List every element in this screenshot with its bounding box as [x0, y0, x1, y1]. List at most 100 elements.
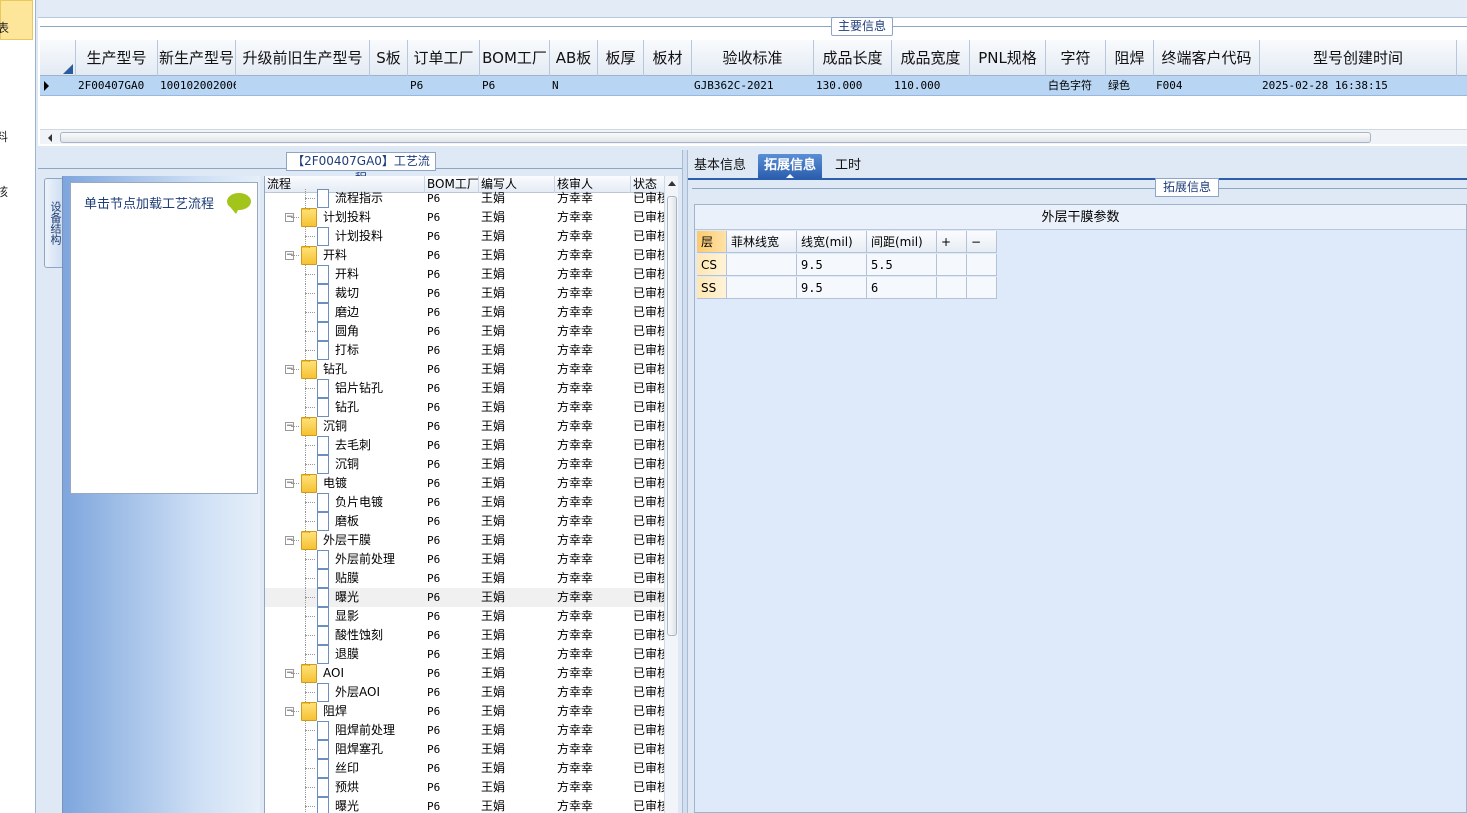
- tree-node[interactable]: 打标: [317, 341, 423, 360]
- column-header[interactable]: 型号创建时间: [1260, 40, 1457, 76]
- tree-row[interactable]: 显影P6王娟方幸幸已审核: [265, 607, 665, 626]
- table-cell[interactable]: [727, 254, 797, 276]
- column-header[interactable]: AB板: [550, 40, 598, 76]
- tree-row[interactable]: 沉铜P6王娟方幸幸已审核: [265, 455, 665, 474]
- tree-row[interactable]: 计划投料P6王娟方幸幸已审核: [265, 227, 665, 246]
- tree-row[interactable]: 钻孔P6王娟方幸幸已审核: [265, 398, 665, 417]
- column-header[interactable]: 阻焊: [1106, 40, 1154, 76]
- tree-node[interactable]: 裁切: [317, 284, 423, 303]
- tree-row[interactable]: 阻焊前处理P6王娟方幸幸已审核: [265, 721, 665, 740]
- tree-node[interactable]: 预烘: [317, 778, 423, 797]
- tree-row[interactable]: 铝片钻孔P6王娟方幸幸已审核: [265, 379, 665, 398]
- tree-row[interactable]: 曝光P6王娟方幸幸已审核: [265, 588, 665, 607]
- tree-node[interactable]: 退膜: [317, 645, 423, 664]
- tree-node[interactable]: 沉铜: [317, 455, 423, 474]
- tree-row[interactable]: −电镀P6王娟方幸幸已审核: [265, 474, 665, 493]
- tree-row[interactable]: 圆角P6王娟方幸幸已审核: [265, 322, 665, 341]
- scroll-left-icon[interactable]: [48, 134, 52, 142]
- vertical-scrollbar[interactable]: [664, 176, 678, 813]
- tree-row[interactable]: 磨边P6王娟方幸幸已审核: [265, 303, 665, 322]
- table-row[interactable]: 2F00407GA0 10010200200608 P6 P6 N GJB362C-202…: [40, 76, 1467, 96]
- tree-row[interactable]: 阻焊塞孔P6王娟方幸幸已审核: [265, 740, 665, 759]
- column-header[interactable]: 新生产型号: [158, 40, 236, 76]
- table-cell[interactable]: [967, 254, 997, 276]
- table-cell[interactable]: [727, 277, 797, 299]
- tree-node[interactable]: 外层干膜: [301, 531, 423, 550]
- tree-node[interactable]: 计划投料: [317, 227, 423, 246]
- left-nav-label-2[interactable]: 核: [0, 183, 8, 200]
- column-header[interactable]: BOM工厂: [480, 40, 550, 76]
- scroll-thumb[interactable]: [60, 132, 1371, 143]
- left-nav-label-1[interactable]: 料: [0, 128, 8, 145]
- tree-row[interactable]: 贴膜P6王娟方幸幸已审核: [265, 569, 665, 588]
- column-header[interactable]: +: [937, 231, 967, 253]
- tree-node[interactable]: 沉铜: [301, 417, 423, 436]
- tree-node[interactable]: 外层前处理: [317, 550, 423, 569]
- tree-row[interactable]: 外层前处理P6王娟方幸幸已审核: [265, 550, 665, 569]
- column-header[interactable]: PNL规格: [970, 40, 1046, 76]
- tree-node[interactable]: 圆角: [317, 322, 423, 341]
- tree-node[interactable]: 贴膜: [317, 569, 423, 588]
- tree-row[interactable]: −外层干膜P6王娟方幸幸已审核: [265, 531, 665, 550]
- table-cell[interactable]: [937, 254, 967, 276]
- column-header[interactable]: 板材: [644, 40, 692, 76]
- tree-node[interactable]: 曝光: [317, 588, 423, 607]
- tree-row[interactable]: 裁切P6王娟方幸幸已审核: [265, 284, 665, 303]
- tree-row[interactable]: −AOIP6王娟方幸幸已审核: [265, 664, 665, 683]
- tree-node[interactable]: 阻焊塞孔: [317, 740, 423, 759]
- row-header[interactable]: SS: [697, 277, 727, 299]
- table-cell[interactable]: [967, 277, 997, 299]
- left-nav-selected-item[interactable]: 表: [0, 0, 33, 40]
- tree-row[interactable]: 预烘P6王娟方幸幸已审核: [265, 778, 665, 797]
- tree-node[interactable]: 钻孔: [317, 398, 423, 417]
- tab-extended-info[interactable]: 拓展信息: [758, 154, 823, 179]
- column-header[interactable]: 字符: [1046, 40, 1106, 76]
- column-header[interactable]: −: [967, 231, 997, 253]
- tree-row[interactable]: −阻焊P6王娟方幸幸已审核: [265, 702, 665, 721]
- column-header[interactable]: 板厚: [598, 40, 644, 76]
- tree-row[interactable]: 丝印P6王娟方幸幸已审核: [265, 759, 665, 778]
- tree-row[interactable]: 酸性蚀刻P6王娟方幸幸已审核: [265, 626, 665, 645]
- tree-node[interactable]: 开料: [317, 265, 423, 284]
- tree-node[interactable]: 计划投料: [301, 208, 423, 227]
- tree-node[interactable]: 阻焊: [301, 702, 423, 721]
- tree-node[interactable]: 去毛刺: [317, 436, 423, 455]
- tree-node[interactable]: 流程指示: [317, 189, 423, 208]
- column-header[interactable]: 成品宽度: [892, 40, 970, 76]
- tree-row[interactable]: 打标P6王娟方幸幸已审核: [265, 341, 665, 360]
- tree-row[interactable]: 磨板P6王娟方幸幸已审核: [265, 512, 665, 531]
- tree-node[interactable]: 铝片钻孔: [317, 379, 423, 398]
- column-header[interactable]: 生产型号: [76, 40, 158, 76]
- table-cell[interactable]: [937, 277, 967, 299]
- tree-row[interactable]: 退膜P6王娟方幸幸已审核: [265, 645, 665, 664]
- column-header[interactable]: 升级前旧生产型号: [236, 40, 370, 76]
- grid-corner[interactable]: [40, 40, 76, 76]
- tree-node[interactable]: 钻孔: [301, 360, 423, 379]
- tree-node[interactable]: 酸性蚀刻: [317, 626, 423, 645]
- tree-row[interactable]: −计划投料P6王娟方幸幸已审核: [265, 208, 665, 227]
- tree-row[interactable]: 曝光P6王娟方幸幸已审核: [265, 797, 665, 813]
- tree-node[interactable]: 阻焊前处理: [317, 721, 423, 740]
- tree-row[interactable]: −开料P6王娟方幸幸已审核: [265, 246, 665, 265]
- tree-row[interactable]: −沉铜P6王娟方幸幸已审核: [265, 417, 665, 436]
- table-cell[interactable]: 5.5: [867, 254, 937, 276]
- tree-node[interactable]: 开料: [301, 246, 423, 265]
- column-header[interactable]: 验收标准: [692, 40, 814, 76]
- tree-node[interactable]: 磨边: [317, 303, 423, 322]
- tab-basic-info[interactable]: 基本信息: [688, 154, 752, 178]
- tree-row[interactable]: 去毛刺P6王娟方幸幸已审核: [265, 436, 665, 455]
- tree-node[interactable]: 曝光: [317, 797, 423, 813]
- node-list[interactable]: 单击节点加载工艺流程: [70, 182, 258, 494]
- tree-node[interactable]: 磨板: [317, 512, 423, 531]
- scroll-thumb[interactable]: [667, 196, 677, 636]
- table-cell[interactable]: 9.5: [797, 254, 867, 276]
- column-header[interactable]: S板: [370, 40, 408, 76]
- tree-row[interactable]: 负片电镀P6王娟方幸幸已审核: [265, 493, 665, 512]
- tree-row[interactable]: 外层AOIP6王娟方幸幸已审核: [265, 683, 665, 702]
- table-cell[interactable]: 6: [867, 277, 937, 299]
- column-header[interactable]: 成品长度: [814, 40, 892, 76]
- tree-node[interactable]: 负片电镀: [317, 493, 423, 512]
- table-cell[interactable]: 9.5: [797, 277, 867, 299]
- tree-row[interactable]: 开料P6王娟方幸幸已审核: [265, 265, 665, 284]
- tree-row[interactable]: 流程指示P6王娟方幸幸已审核: [265, 189, 665, 208]
